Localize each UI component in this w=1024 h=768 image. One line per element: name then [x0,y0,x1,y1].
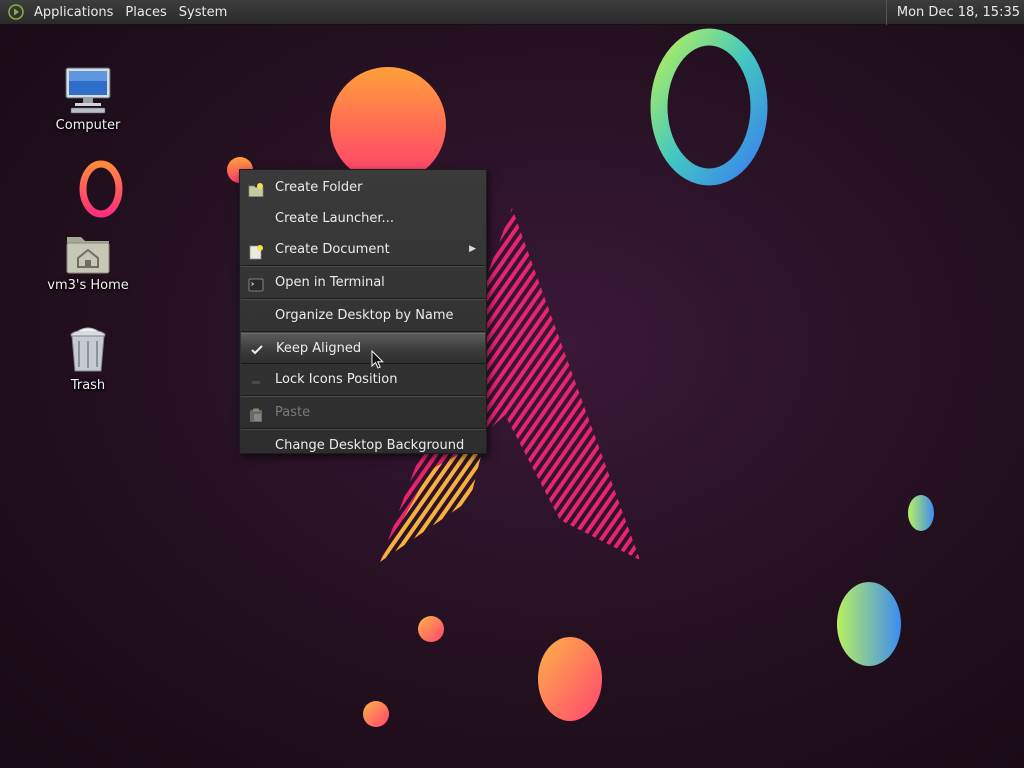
home-folder-icon [38,223,138,275]
menu-item-label: Lock Icons Position [275,372,398,387]
menu-item-label: Change Desktop Background [275,438,465,453]
trash-icon [38,323,138,375]
menu-item-lock-icons[interactable]: Lock Icons Position [240,364,486,395]
menu-item-label: Open in Terminal [275,275,385,290]
desktop-icon-computer[interactable]: Computer [38,63,138,133]
desktop-icon-home[interactable]: vm3's Home [38,223,138,293]
applications-menu[interactable]: Applications [28,0,119,25]
checkmark-icon [249,340,265,356]
panel-clock[interactable]: Mon Dec 18, 15:35 [885,0,1020,25]
menu-item-keep-aligned[interactable]: Keep Aligned [241,333,485,364]
paste-icon [248,404,264,422]
desktop-context-menu: Create Folder Create Launcher... Create … [239,169,487,454]
menu-item-label: Paste [275,405,311,420]
menu-item-label: Create Document [275,242,390,257]
mouse-cursor-icon [371,350,384,369]
menu-item-label: Keep Aligned [276,341,362,356]
menu-item-label: Create Folder [275,180,363,195]
menu-item-open-terminal[interactable]: Open in Terminal [240,267,486,298]
desktop-icon-trash[interactable]: Trash [38,323,138,393]
menu-item-create-launcher[interactable]: Create Launcher... [240,203,486,234]
top-panel: Applications Places System Mon Dec 18, 1… [0,0,1024,25]
distro-logo-icon[interactable] [8,4,24,20]
ring-decoration [79,160,123,218]
wallpaper-art [227,28,934,727]
desktop-icon-label: Trash [70,378,106,393]
document-new-icon [248,241,264,260]
menu-item-paste[interactable]: Paste [240,397,486,428]
places-menu[interactable]: Places [119,0,172,25]
system-menu[interactable]: System [173,0,233,25]
menu-item-organize-desktop[interactable]: Organize Desktop by Name [240,300,486,331]
menu-item-label: Create Launcher... [275,211,394,226]
desktop-icon-label: Computer [55,118,121,133]
folder-new-icon [248,179,264,197]
menu-item-create-document[interactable]: Create Document ▶ [240,234,486,265]
menu-item-label: Organize Desktop by Name [275,308,454,323]
computer-icon [38,63,138,115]
menu-item-change-background[interactable]: Change Desktop Background [240,430,486,461]
unchecked-icon [248,371,264,387]
terminal-icon [248,274,264,292]
desktop-icon-label: vm3's Home [47,278,129,293]
submenu-arrow-icon: ▶ [469,244,476,254]
menu-item-create-folder[interactable]: Create Folder [240,172,486,203]
